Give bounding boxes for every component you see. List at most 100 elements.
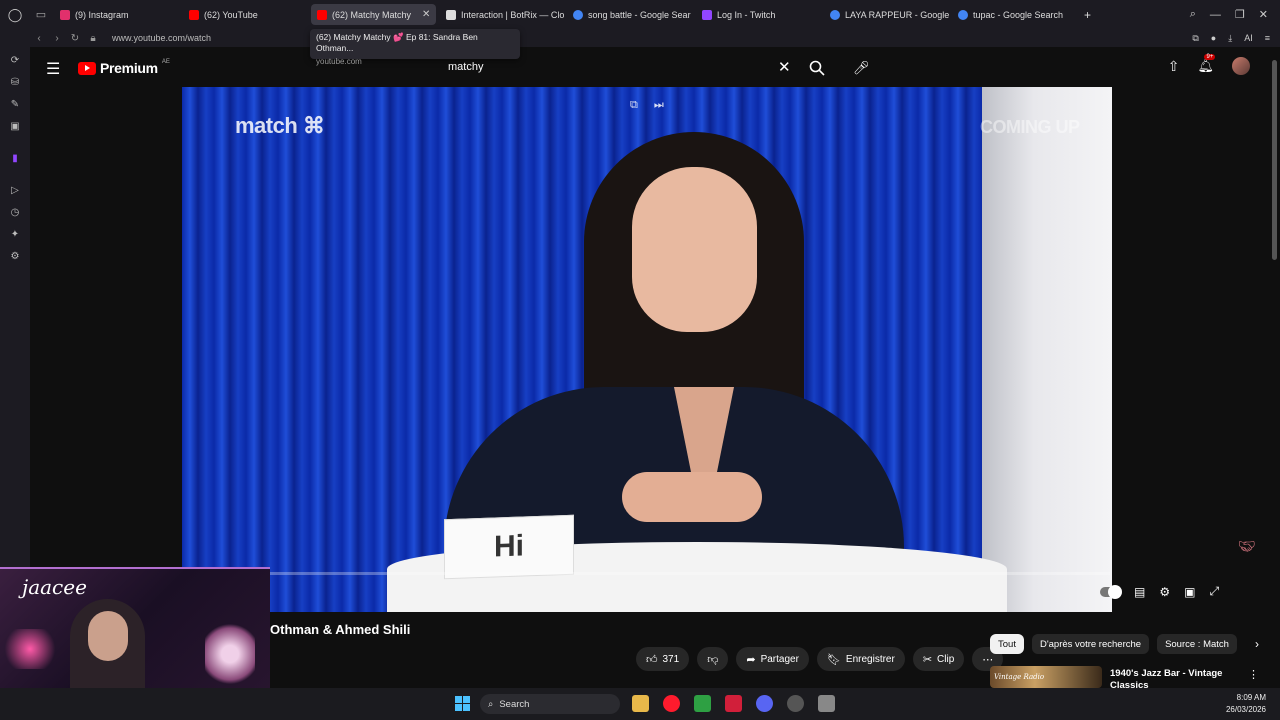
back-icon[interactable]: ‹ xyxy=(30,33,48,44)
profile-icon[interactable]: ● xyxy=(1211,33,1216,43)
file-explorer-icon[interactable] xyxy=(632,695,649,712)
forward-icon[interactable]: › xyxy=(48,33,66,44)
capcut-icon[interactable] xyxy=(725,695,742,712)
save-label: Enregistrer xyxy=(845,653,895,665)
recommended-thumbnail[interactable]: Vintage Radio xyxy=(990,666,1102,688)
handshake-icon: 🤝︎ xyxy=(1238,538,1256,554)
menu-icon[interactable]: ≡ xyxy=(1265,33,1270,43)
tab-label: (62) Matchy Matchy xyxy=(332,9,412,20)
opera-gx-icon[interactable] xyxy=(663,695,680,712)
close-window-icon[interactable]: ✕ xyxy=(1259,8,1268,21)
windows-start-icon[interactable] xyxy=(455,696,470,711)
avatar[interactable] xyxy=(1232,57,1250,75)
settings-icon[interactable]: ⚙ xyxy=(9,251,21,263)
google-icon xyxy=(830,9,840,20)
pip-icon[interactable]: ⧉ xyxy=(630,99,638,112)
youtube-logo[interactable]: Premium AE xyxy=(78,59,170,76)
tab-label: tupac - Google Search xyxy=(973,9,1064,20)
botrix-icon xyxy=(446,9,456,20)
tooltip-title: (62) Matchy Matchy 💕 Ep 81: Sandra Ben O… xyxy=(316,32,478,53)
reload-icon[interactable]: ↻ xyxy=(66,33,84,44)
name-card-text: Hi xyxy=(494,529,524,564)
download-icon[interactable]: ⤓ xyxy=(1228,33,1232,44)
refresh-feed-icon[interactable]: ⟳ xyxy=(9,55,21,67)
subtitles-icon[interactable]: ▤ xyxy=(1134,585,1145,599)
clear-search-icon[interactable]: ✕ xyxy=(778,58,791,76)
chip-from-search[interactable]: D'après votre recherche xyxy=(1031,634,1150,654)
webcam-light xyxy=(0,629,60,669)
player-controls: ▤ ⚙ ▣ ⤢ xyxy=(1100,584,1219,599)
tab-tupac[interactable]: tupac - Google Search xyxy=(952,4,1077,25)
video-player[interactable]: COMING UP match ⌘ Hi ⧉ ⏭ xyxy=(182,87,1112,612)
search-icon[interactable] xyxy=(809,60,825,76)
search-tabs-icon[interactable]: ⌕ xyxy=(1190,8,1196,21)
save-button[interactable]: 🔖︎ Enregistrer xyxy=(816,647,905,671)
settings-gear-icon[interactable]: ⚙ xyxy=(1159,585,1170,599)
new-tab-button[interactable]: + xyxy=(1078,4,1098,25)
person-face xyxy=(632,167,757,332)
browser-sidebar: ⟳ ⛁ ✎ ▣ ▮ ▷ ◷ ✦ ⚙ xyxy=(0,47,30,567)
draw-icon[interactable]: ✎ xyxy=(9,99,21,111)
chip-all[interactable]: Tout xyxy=(990,634,1024,654)
close-tab-icon[interactable]: ✕ xyxy=(422,9,430,20)
twitch-sidebar-icon[interactable]: ▮ xyxy=(9,153,21,165)
dislike-button[interactable]: 👎︎ xyxy=(697,647,729,671)
wallet-icon[interactable]: ⛁ xyxy=(9,77,21,89)
discord-icon[interactable] xyxy=(756,695,773,712)
opera-logo-icon[interactable]: ◯ xyxy=(0,0,30,29)
tab-youtube[interactable]: (62) YouTube xyxy=(183,4,311,25)
webcam-flowers xyxy=(205,619,255,689)
match-logo: match ⌘ xyxy=(235,113,325,138)
youtube-play-icon xyxy=(78,61,96,75)
page-scrollbar[interactable] xyxy=(1272,60,1277,260)
system-clock[interactable]: 8:09 AM 26/03/2026 xyxy=(1226,692,1266,716)
url-field[interactable]: www.youtube.com/watch xyxy=(112,33,211,43)
webcam-face xyxy=(88,611,128,661)
google-icon xyxy=(573,9,583,20)
messenger-icon[interactable]: ▣ xyxy=(9,121,21,133)
recommendation-chips: Tout D'après votre recherche Source : Ma… xyxy=(990,634,1259,654)
miniplayer-icon[interactable]: ▣ xyxy=(1184,585,1195,599)
tab-botrix[interactable]: Interaction | BotRix — Clo xyxy=(440,4,565,25)
tab-matchy-matchy[interactable]: (62) Matchy Matchy ✕ xyxy=(311,4,436,25)
tab-instagram[interactable]: (9) Instagram xyxy=(54,4,182,25)
restore-icon[interactable]: ❐ xyxy=(1235,8,1245,21)
toolbar-right: ⧉ ● ⤓ AI ≡ xyxy=(1192,29,1270,47)
hamburger-menu-icon[interactable]: ☰ xyxy=(46,59,60,79)
media-player-icon[interactable] xyxy=(694,695,711,712)
share-button[interactable]: ➦ Partager xyxy=(736,647,809,671)
youtube-header: ☰ Premium AE ✕ 🎤︎ ⇧ 🔔︎ 9+ xyxy=(30,47,1280,87)
skip-icon[interactable]: ⏭ xyxy=(654,99,664,112)
player-icon[interactable]: ▷ xyxy=(9,185,21,197)
streamer-name: jaacee xyxy=(22,575,87,599)
clip-button[interactable]: ✂ Clip xyxy=(912,647,965,671)
upload-icon[interactable]: ⇧ xyxy=(1168,58,1180,75)
video-progress-bar[interactable] xyxy=(270,572,1110,575)
fullscreen-icon[interactable]: ⤢ xyxy=(1209,584,1219,599)
tab-menu-icon[interactable]: ▭ xyxy=(30,0,52,29)
tab-song-battle[interactable]: song battle - Google Sear xyxy=(567,4,692,25)
minimize-icon[interactable]: — xyxy=(1210,9,1221,21)
autoplay-toggle[interactable] xyxy=(1100,584,1122,599)
ai-button[interactable]: AI xyxy=(1244,33,1253,43)
tab-twitch[interactable]: Log In - Twitch xyxy=(696,4,821,25)
tab-label: Interaction | BotRix — Clo xyxy=(461,9,565,20)
share-icon: ➦ xyxy=(746,653,756,666)
notifications-bell-icon[interactable]: 🔔︎ 9+ xyxy=(1197,54,1216,74)
history-icon[interactable]: ◷ xyxy=(9,207,21,219)
extensions-icon[interactable]: ⧉ xyxy=(1192,33,1198,44)
extensions-sidebar-icon[interactable]: ✦ xyxy=(9,229,21,241)
taskbar-search[interactable]: ⌕ Search xyxy=(480,694,620,714)
chevron-right-icon[interactable]: › xyxy=(1255,637,1259,651)
like-button[interactable]: 👍︎ 371 xyxy=(636,647,690,671)
obs-icon[interactable] xyxy=(787,695,804,712)
window-controls: ⌕ — ❐ ✕ xyxy=(1190,0,1280,29)
microphone-icon[interactable]: 🎤︎ xyxy=(853,60,870,76)
share-label: Partager xyxy=(760,653,799,665)
app-icon[interactable] xyxy=(818,695,835,712)
tab-laya-rappeur[interactable]: LAYA RAPPEUR - Google S xyxy=(824,4,949,25)
tooltip-domain: youtube.com xyxy=(316,57,362,66)
tab-label: (62) YouTube xyxy=(204,9,258,20)
chip-source[interactable]: Source : Match xyxy=(1157,634,1237,654)
notification-badge: 9+ xyxy=(1204,54,1216,60)
